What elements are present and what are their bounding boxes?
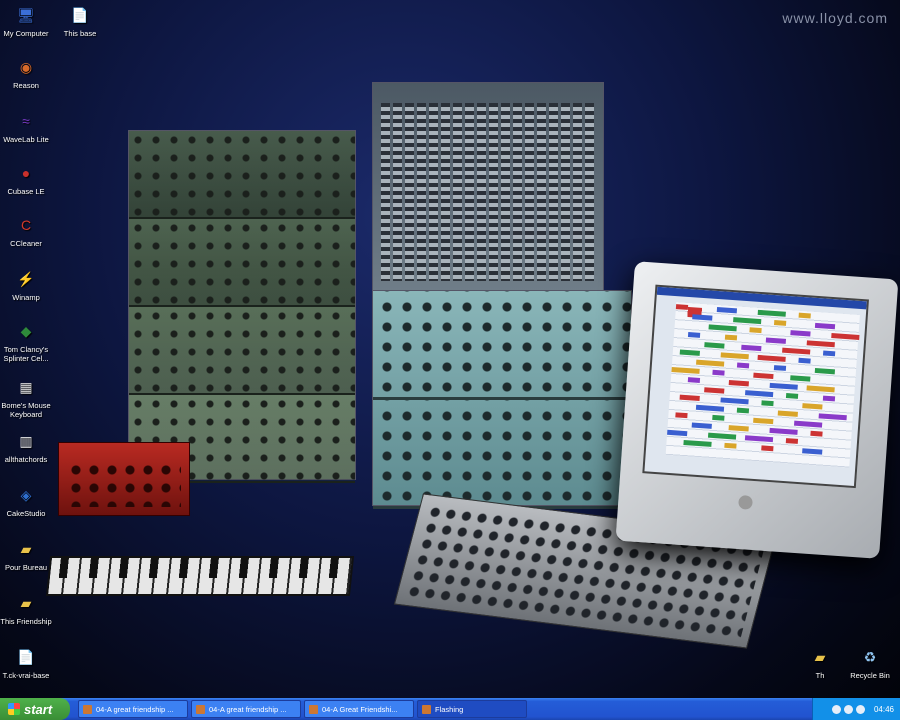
cubase-icon: ● (21, 164, 31, 181)
desktop-icon-label: T.ck-vrai-base (2, 671, 50, 680)
desktop-icon-label: Bome's Mouse Keyboard (1, 401, 51, 419)
tray-security-icon[interactable] (855, 704, 865, 714)
tray-network-icon[interactable] (831, 704, 841, 714)
piano-icon: ▥ (19, 432, 33, 449)
desktop-icon[interactable]: 🖥 My Computer (0, 4, 56, 39)
desktop-icon[interactable]: ◈ CakeStudio (0, 484, 56, 519)
wallpaper-keyboard (45, 556, 355, 596)
desktop-icon-label: This base (63, 29, 97, 38)
wavelab-icon: ≈ (22, 112, 30, 129)
recycle-bin-icon: ♻ (863, 648, 877, 665)
start-label: start (24, 701, 53, 717)
desktop-icon-label: Tom Clancy's Splinter Cel... (3, 345, 49, 363)
task-app-icon (309, 704, 318, 714)
desktop-icon[interactable]: ▰ This Friendship (0, 592, 56, 627)
wallpaper-synth-rack-blue (372, 290, 632, 509)
taskbar: start 04-A great friendship ... 04-A grea… (0, 698, 900, 720)
desktop-icon[interactable]: ● Cubase LE (0, 162, 56, 197)
tray-volume-icon[interactable] (843, 704, 853, 714)
game-icon: ◆ (20, 322, 32, 339)
windows-flag-icon (8, 703, 20, 715)
taskbar-task-button[interactable]: 04-A Great Friendshi... (304, 700, 414, 718)
desktop-icon[interactable]: 📄 This base (50, 4, 110, 39)
desktop-icon[interactable]: ▰ Pour Bureau (0, 538, 56, 573)
task-app-icon (83, 704, 92, 714)
desktop-icon[interactable]: ≈ WaveLab Lite (0, 110, 56, 145)
task-label: Flashing (435, 704, 464, 714)
desktop-icon[interactable]: ▦ Bome's Mouse Keyboard (0, 376, 56, 420)
desktop-icon-label: Winamp (12, 293, 40, 302)
document-icon: 📄 (71, 6, 89, 23)
document-icon: 📄 (17, 648, 35, 665)
task-label: 04-A great friendship ... (209, 704, 287, 714)
wallpaper-monitor-screen (642, 284, 869, 489)
desktop-icon-label: allthatchords (4, 455, 48, 464)
desktop-icon-label: Recycle Bin (850, 671, 890, 680)
desktop-icon-label: Reason (13, 81, 39, 90)
task-label: 04-A great friendship ... (96, 704, 174, 714)
desktop-icon-label: Cubase LE (7, 187, 45, 196)
desktop-icon[interactable]: 📄 T.ck-vrai-base (0, 646, 56, 681)
wallpaper-synth-rack-left (128, 130, 356, 483)
wallpaper-monitor (615, 261, 899, 559)
cakestudio-icon: ◈ (20, 486, 32, 503)
task-app-icon (196, 704, 205, 714)
wallpaper-mixer-rack (372, 82, 604, 292)
start-button[interactable]: start (0, 698, 70, 720)
computer-icon: 🖥 (17, 6, 35, 23)
taskbar-task-button[interactable]: 04-A great friendship ... (78, 700, 188, 718)
desktop-icon-label: WaveLab Lite (3, 135, 49, 144)
desktop-icon[interactable]: ▥ allthatchords (0, 430, 56, 465)
taskbar-task-button[interactable]: Flashing (417, 700, 527, 718)
desktop-icon-label: My Computer (3, 29, 49, 38)
desktop-icon-label: CCleaner (10, 239, 42, 248)
wallpaper-red-module (58, 442, 190, 516)
taskbar-tasks: 04-A great friendship ... 04-A great frie… (78, 700, 527, 718)
desktop-icon[interactable]: ⚡ Winamp (0, 268, 56, 303)
task-app-icon (422, 704, 431, 714)
winamp-icon: ⚡ (17, 270, 35, 287)
reason-icon: ◉ (19, 58, 33, 75)
desktop-icon-label: CakeStudio (6, 509, 46, 518)
folder-icon: ▰ (814, 648, 826, 665)
task-label: 04-A Great Friendshi... (322, 704, 398, 714)
folder-icon: ▰ (20, 594, 32, 611)
tray-clock[interactable]: 04:46 (874, 705, 894, 714)
folder-icon: ▰ (20, 540, 32, 557)
ccleaner-icon: C (20, 216, 32, 233)
desktop-icon[interactable]: C CCleaner (0, 214, 56, 249)
system-tray: 04:46 (812, 698, 900, 720)
taskbar-task-button[interactable]: 04-A great friendship ... (191, 700, 301, 718)
wallpaper-watermark: www.lloyd.com (782, 10, 888, 26)
desktop-icon-label: Pour Bureau (4, 563, 48, 572)
keyboard-icon: ▦ (19, 378, 33, 395)
desktop-icon[interactable]: ◉ Reason (0, 56, 56, 91)
desktop-icon[interactable]: ◆ Tom Clancy's Splinter Cel... (0, 320, 56, 364)
desktop-icon[interactable]: ♻ Recycle Bin (840, 646, 900, 681)
desktop-icon-label: This Friendship (0, 617, 52, 626)
